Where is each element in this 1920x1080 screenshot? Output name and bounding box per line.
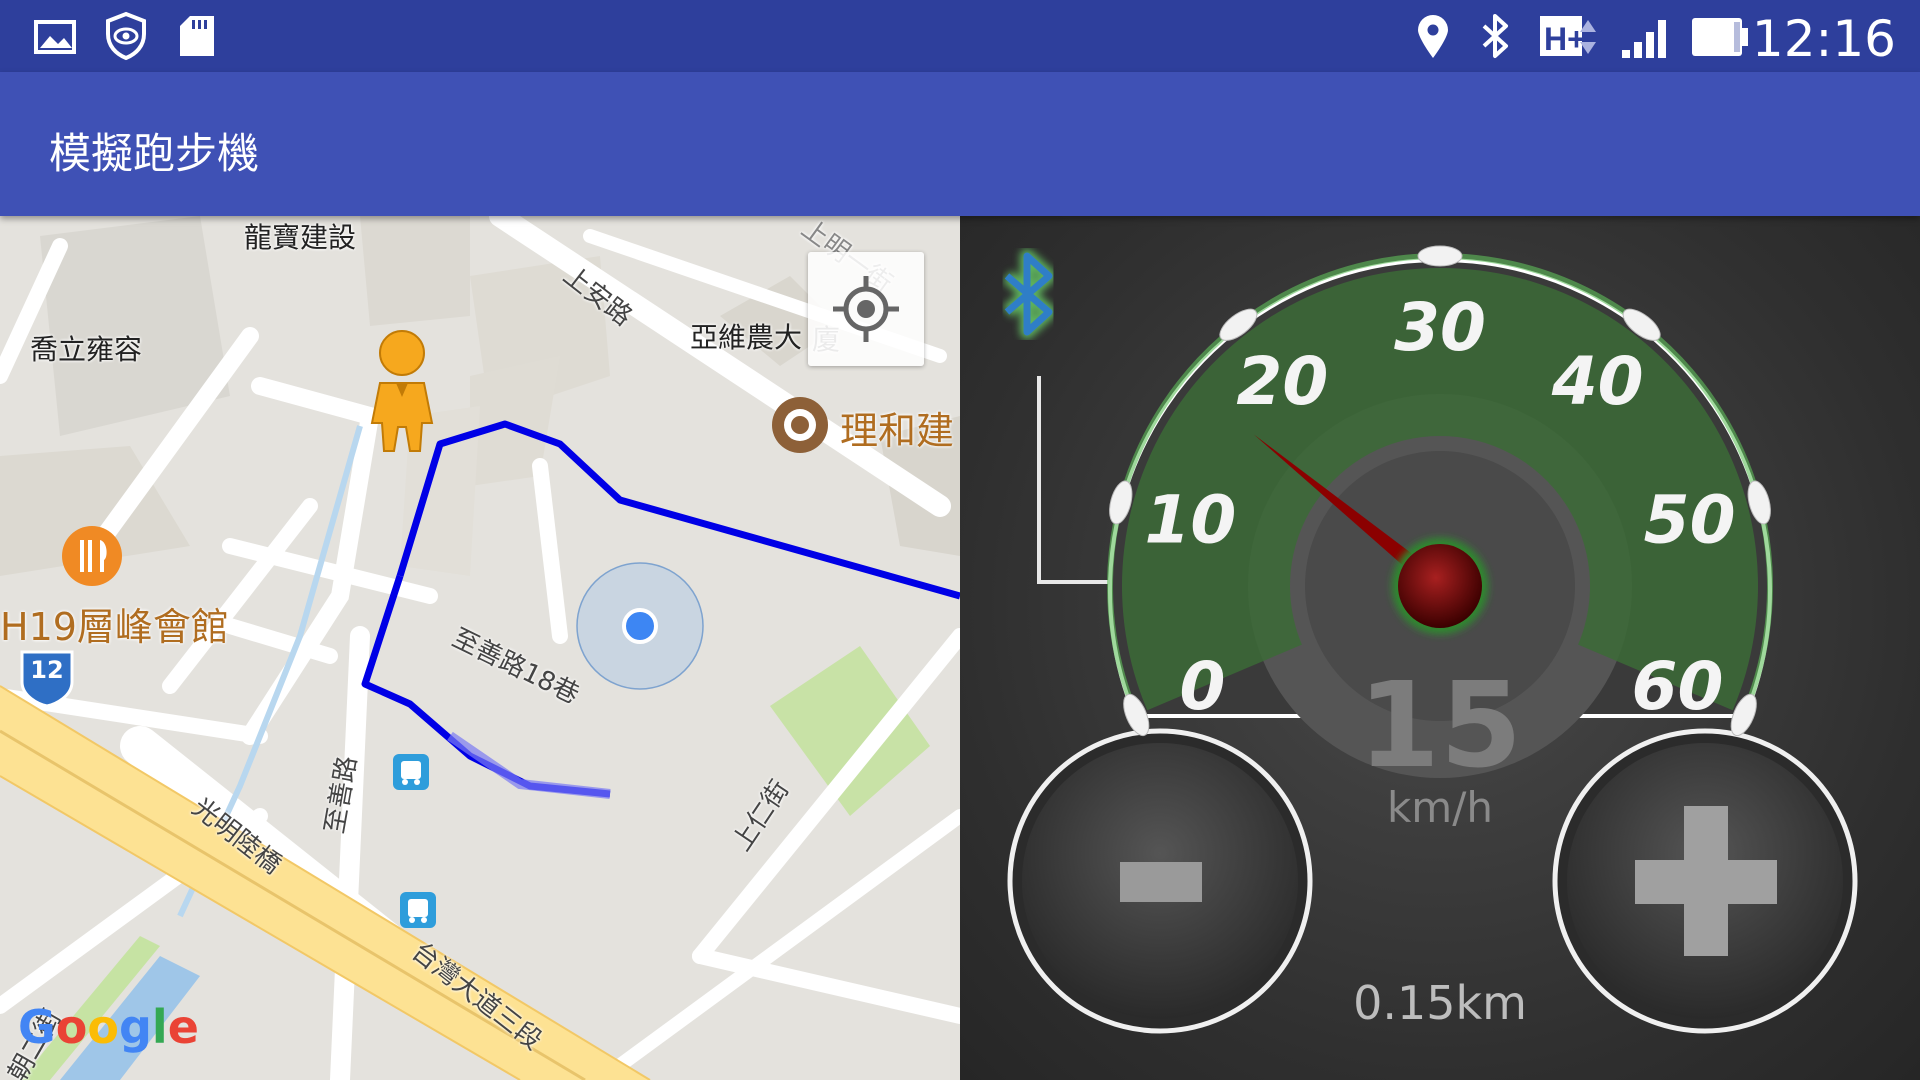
shield-eye-icon (106, 11, 146, 61)
location-icon (1418, 15, 1448, 58)
status-bar: H+ 12:16 (0, 0, 1920, 72)
poi-marker-icon[interactable] (772, 397, 828, 453)
gauge-tick-label: 60 (1632, 648, 1724, 725)
status-icons: H+ (34, 11, 1748, 61)
increase-speed-button[interactable]: + (1555, 731, 1855, 1031)
gauge-tick-label: 20 (1236, 343, 1328, 420)
gauge-tick-label: 40 (1551, 343, 1644, 420)
speed-unit: km/h (1386, 783, 1493, 832)
map-label-longbao: 龍寶建設 (244, 221, 357, 254)
battery-icon (1692, 18, 1748, 56)
map-label-qiaoli: 喬立雍容 (30, 333, 143, 366)
app-bar: 模擬跑步機 (0, 72, 1920, 216)
image-icon (34, 20, 76, 54)
my-location-button[interactable] (808, 252, 924, 366)
route-shield-number: 12 (30, 656, 64, 684)
bluetooth-icon (1482, 14, 1508, 58)
distance-value: 0.15km (1353, 976, 1527, 1030)
sd-card-icon (180, 16, 214, 56)
speed-value: 15 (1357, 656, 1523, 794)
app-title: 模擬跑步機 (49, 129, 260, 178)
decrease-speed-button[interactable]: - (1010, 731, 1310, 1031)
gauge-tick-mark (1417, 245, 1463, 267)
crosshair-icon (833, 276, 899, 342)
building-block (360, 216, 470, 326)
restaurant-icon[interactable] (62, 526, 122, 586)
poi-label-lihe[interactable]: 理和建 (840, 400, 954, 455)
map-label-yawei: 亞維農大 (690, 321, 803, 354)
gauge-hub (1398, 544, 1482, 628)
gauge-tick-label: 30 (1394, 289, 1486, 366)
bus-stop-icon[interactable] (400, 892, 436, 928)
speed-dashboard: 0 1020 30 4050 60 15 km/h 0.15km - + (960, 216, 1920, 1080)
my-location-dot (622, 608, 658, 644)
bluetooth-connected-icon (1002, 249, 1110, 584)
bus-stop-icon[interactable] (393, 754, 429, 790)
google-logo: Google (18, 1000, 199, 1054)
network-hplus-icon: H+ (1540, 16, 1596, 57)
signal-icon (1622, 20, 1666, 58)
status-time: 12:16 (1751, 10, 1896, 68)
gauge-tick-label: 10 (1144, 482, 1236, 559)
poi-label-h19[interactable]: H19層峰會館 (0, 596, 229, 651)
svg-text:H+: H+ (1544, 21, 1586, 57)
map-view[interactable]: 龍寶建設 喬立雍容 亞維農大 廈 理和建 H19層峰會館 上安路 上明一街 至善… (0, 216, 960, 1080)
gauge-tick-label: 0 (1180, 648, 1226, 725)
gauge-tick-label: 50 (1644, 482, 1736, 559)
